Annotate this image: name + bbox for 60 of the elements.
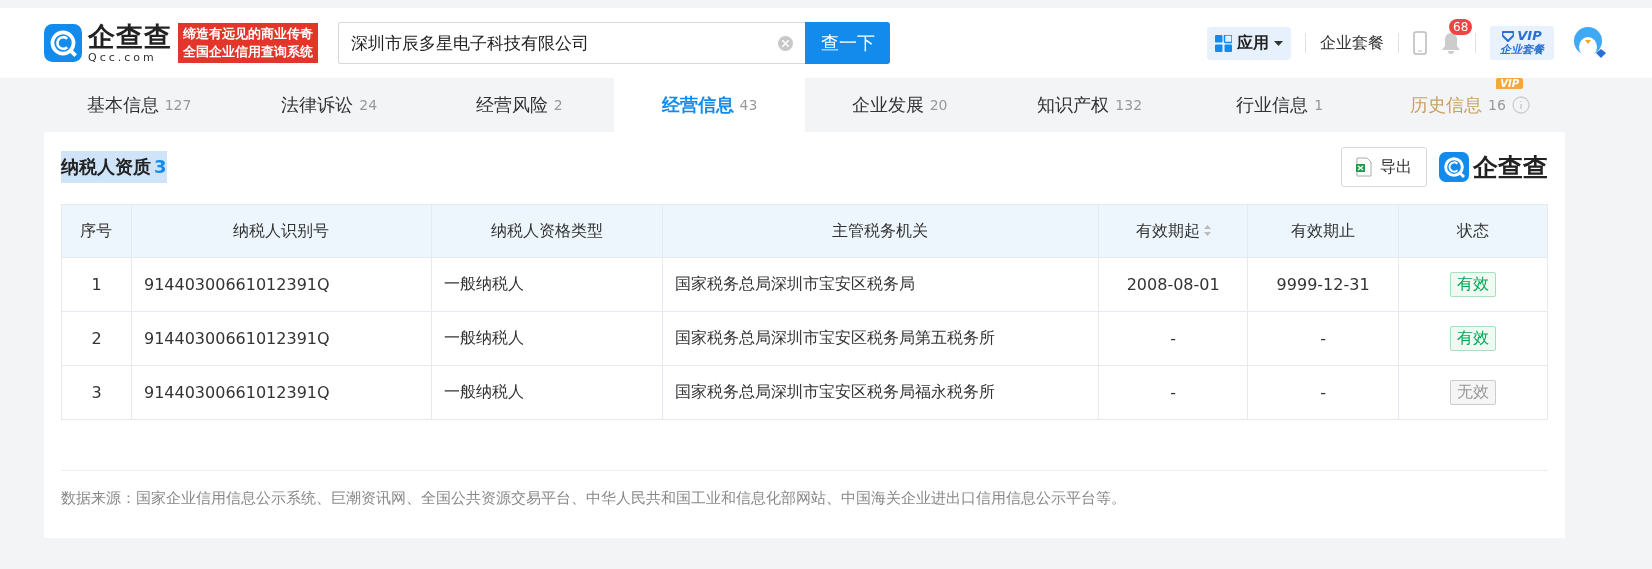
nav-tab[interactable]: 基本信息 127 [44, 78, 235, 132]
table-cell: - [1098, 311, 1248, 366]
nav-tab[interactable]: 法律诉讼 24 [234, 78, 425, 132]
export-button[interactable]: 导出 [1341, 147, 1427, 187]
logo-icon [44, 24, 82, 62]
vip-tag: VIP [1496, 78, 1523, 89]
table-cell: 9999-12-31 [1247, 257, 1399, 312]
section-title: 纳税人资质 3 [61, 151, 167, 183]
column-header: 纳税人识别号 [131, 204, 432, 258]
table-cell: 3 [61, 365, 132, 420]
info-icon[interactable] [1511, 96, 1530, 114]
table-cell: 91440300661012391Q [131, 365, 432, 420]
status-tag: 有效 [1450, 272, 1496, 297]
table-cell: 一般纳税人 [431, 257, 663, 312]
table-cell: - [1247, 311, 1399, 366]
nav-tab[interactable]: 企业发展 20 [804, 78, 995, 132]
nav-tab[interactable]: 行业信息 1 [1184, 78, 1375, 132]
table-cell: 国家税务总局深圳市宝安区税务局第五税务所 [662, 311, 1099, 366]
package-link[interactable]: 企业套餐 [1320, 32, 1384, 54]
table-cell: 2008-08-01 [1098, 257, 1248, 312]
table-cell: 国家税务总局深圳市宝安区税务局 [662, 257, 1099, 312]
brand-name: 企查查 [1473, 151, 1548, 184]
spreadsheet-icon [1356, 157, 1372, 177]
data-source-note: 数据来源：国家企业信用信息公示系统、巨潮资讯网、全国公共资源交易平台、中华人民共和国工业和信息化部网站、中国海关企业进出口信用信息公示平台等。 [61, 489, 1127, 508]
table-cell: 91440300661012391Q [131, 257, 432, 312]
table-cell: 1 [61, 257, 132, 312]
table-cell: - [1098, 365, 1248, 420]
column-header: 状态 [1398, 204, 1548, 258]
apps-button[interactable]: 应用 [1207, 26, 1291, 60]
search-button[interactable]: 查一下 [805, 22, 890, 64]
search-field[interactable]: 深圳市辰多星电子科技有限公司 [338, 22, 805, 64]
vip-package-button[interactable]: VIP 企业套餐 [1490, 26, 1554, 60]
nav-tab[interactable]: 知识产权 132 [994, 78, 1185, 132]
notification-badge: 68 [1449, 19, 1473, 35]
diamond-icon [1502, 30, 1515, 42]
table-cell: 一般纳税人 [431, 365, 663, 420]
table-cell: 国家税务总局深圳市宝安区税务局福永税务所 [662, 365, 1099, 420]
status-tag: 无效 [1450, 380, 1496, 405]
logo-name: 企查查 [88, 23, 172, 50]
table-cell: 一般纳税人 [431, 311, 663, 366]
phone-icon[interactable] [1413, 31, 1427, 55]
column-header: 有效期止 [1247, 204, 1399, 258]
sort-icon[interactable] [1203, 224, 1211, 236]
slogan-banner: 缔造有远见的商业传奇 全国企业信用查询系统 [178, 23, 318, 63]
column-header: 主管税务机关 [662, 204, 1099, 258]
column-header: 序号 [61, 204, 132, 258]
column-header: 纳税人资格类型 [431, 204, 663, 258]
nav-tab[interactable]: 经营风险 2 [424, 78, 615, 132]
brand-icon [1439, 152, 1469, 182]
logo-domain: Qcc.com [88, 52, 158, 63]
column-header[interactable]: 有效期起 [1098, 204, 1248, 258]
bell-icon[interactable] [1441, 32, 1461, 54]
clear-icon[interactable] [778, 35, 793, 51]
status-tag: 有效 [1450, 326, 1496, 351]
table-cell: - [1247, 365, 1399, 420]
grid-icon [1215, 34, 1232, 52]
nav-tab[interactable]: 经营信息 43 [614, 78, 805, 132]
caret-icon [1274, 40, 1283, 46]
table-cell: 91440300661012391Q [131, 311, 432, 366]
table-cell: 2 [61, 311, 132, 366]
